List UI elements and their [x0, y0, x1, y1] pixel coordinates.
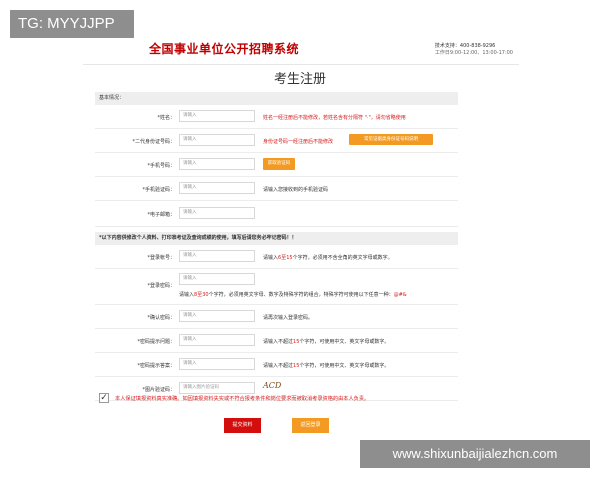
pwd-answer-label: *密码提示答案：	[137, 363, 175, 369]
phone-input[interactable]: 请输入	[179, 158, 255, 170]
id-number-hint: 身份证号码一经注册后不能修改	[263, 139, 334, 145]
id-help-button[interactable]: 常见证据类身份证号码说明	[349, 134, 433, 145]
row-name: *姓名： 请输入 姓名一经注册后不能修改，若姓名含有分隔符 "·"，请勿省略使用	[95, 105, 458, 129]
row-password: *登录密码： 请输入 请输入8至30个字符，必须用英文字母、数字及特殊字符的组合…	[95, 269, 458, 305]
confirm-password-input[interactable]: 请输入	[179, 310, 255, 322]
captcha-image[interactable]: ACD	[263, 381, 283, 391]
phone-label: *手机号码：	[147, 163, 175, 169]
pwd-answer-hint: 请输入不超过15个字符，可使用中文、英文字母或数字。	[263, 363, 390, 369]
watermark-bottom: www.shixunbaijialezhcn.com	[360, 440, 590, 468]
row-phone: *手机号码： 请输入 获取验证码	[95, 153, 458, 177]
password-input[interactable]: 请输入	[179, 273, 255, 285]
agreement: ✓ 本人保证填报资料真实准确。如因填报资料失实或不符合报考条件和岗位要求而被取消…	[99, 393, 479, 407]
email-label: *电子邮箱：	[147, 212, 175, 218]
id-number-label: *二代身份证号码：	[132, 139, 175, 145]
row-email: *电子邮箱： 请输入	[95, 201, 458, 227]
login-account-input[interactable]: 请输入	[179, 250, 255, 262]
row-login-account: *登录帐号： 请输入 请输入6至15个字符，必须用不含全角的英文字母或数字。	[95, 245, 458, 269]
phone-code-label: *手机验证码：	[142, 187, 175, 193]
name-hint: 姓名一经注册后不能修改，若姓名含有分隔符 "·"，请勿省略使用	[263, 115, 406, 121]
registration-form: 基本情况： *姓名： 请输入 姓名一经注册后不能修改，若姓名含有分隔符 "·"，…	[95, 92, 458, 401]
row-confirm-password: *确认密码： 请输入 请再次输入登录密码。	[95, 305, 458, 329]
agree-text: 本人保证填报资料真实准确。如因填报资料失实或不符合报考条件和岗位要求而被取消考录…	[115, 396, 370, 402]
phone-code-input[interactable]: 请输入	[179, 182, 255, 194]
section-basic: 基本情况：	[95, 92, 458, 105]
get-code-button[interactable]: 获取验证码	[263, 158, 295, 170]
password-hint: 请输入8至30个字符，必须用英文字母、数字及特殊字符的组合，特殊字符可使用以下任…	[179, 292, 407, 298]
captcha-label: *图片验证码：	[142, 387, 175, 393]
id-number-input[interactable]: 请输入	[179, 134, 255, 146]
login-account-label: *登录帐号：	[147, 255, 175, 261]
row-id-number: *二代身份证号码： 请输入 身份证号码一经注册后不能修改 常见证据类身份证号码说…	[95, 129, 458, 153]
site-header: 全国事业单位公开招聘系统 技术支持：400-838-9296 工作日9:00-1…	[83, 40, 519, 65]
login-account-hint: 请输入6至15个字符，必须用不含全角的英文字母或数字。	[263, 255, 393, 261]
confirm-password-label: *确认密码：	[147, 315, 175, 321]
captcha-input[interactable]: 请输入图片验证码	[179, 382, 255, 394]
contact-phone: 技术支持：400-838-9296	[434, 43, 496, 49]
page-title: 考生注册	[273, 72, 326, 87]
pwd-question-label: *密码提示问题：	[137, 339, 175, 345]
name-input[interactable]: 请输入	[179, 110, 255, 122]
back-to-login-button[interactable]: 返回登录	[292, 418, 329, 433]
row-pwd-answer: *密码提示答案： 请输入 请输入不超过15个字符，可使用中文、英文字母或数字。	[95, 353, 458, 377]
row-phone-code: *手机验证码： 请输入 请输入您接收到的手机验证码	[95, 177, 458, 201]
password-label: *登录密码：	[147, 283, 175, 289]
phone-code-hint: 请输入您接收到的手机验证码	[263, 187, 329, 193]
contact-info: 技术支持：400-838-9296 工作日9:00-12:00、13:00-17…	[435, 43, 513, 57]
pwd-answer-input[interactable]: 请输入	[179, 358, 255, 370]
confirm-password-hint: 请再次输入登录密码。	[263, 315, 314, 321]
agree-checkbox[interactable]: ✓	[99, 393, 109, 403]
section-account: *以下内容供修改个人资料、打印准考证及查询成绩的使用，填写后请您务必牢记密码！！	[95, 232, 458, 245]
email-input[interactable]: 请输入	[179, 207, 255, 219]
pwd-question-input[interactable]: 请输入	[179, 334, 255, 346]
submit-button[interactable]: 提交资料	[224, 418, 261, 433]
name-label: *姓名：	[157, 115, 175, 121]
row-pwd-question: *密码提示问题： 请输入 请输入不超过15个字符，可使用中文、英文字母或数字。	[95, 329, 458, 353]
pwd-question-hint: 请输入不超过15个字符，可使用中文、英文字母或数字。	[263, 339, 390, 345]
watermark-top: TG: MYYJJPP	[10, 10, 134, 38]
site-title: 全国事业单位公开招聘系统	[149, 42, 300, 56]
contact-hours: 工作日9:00-12:00、13:00-17:00	[434, 50, 513, 56]
